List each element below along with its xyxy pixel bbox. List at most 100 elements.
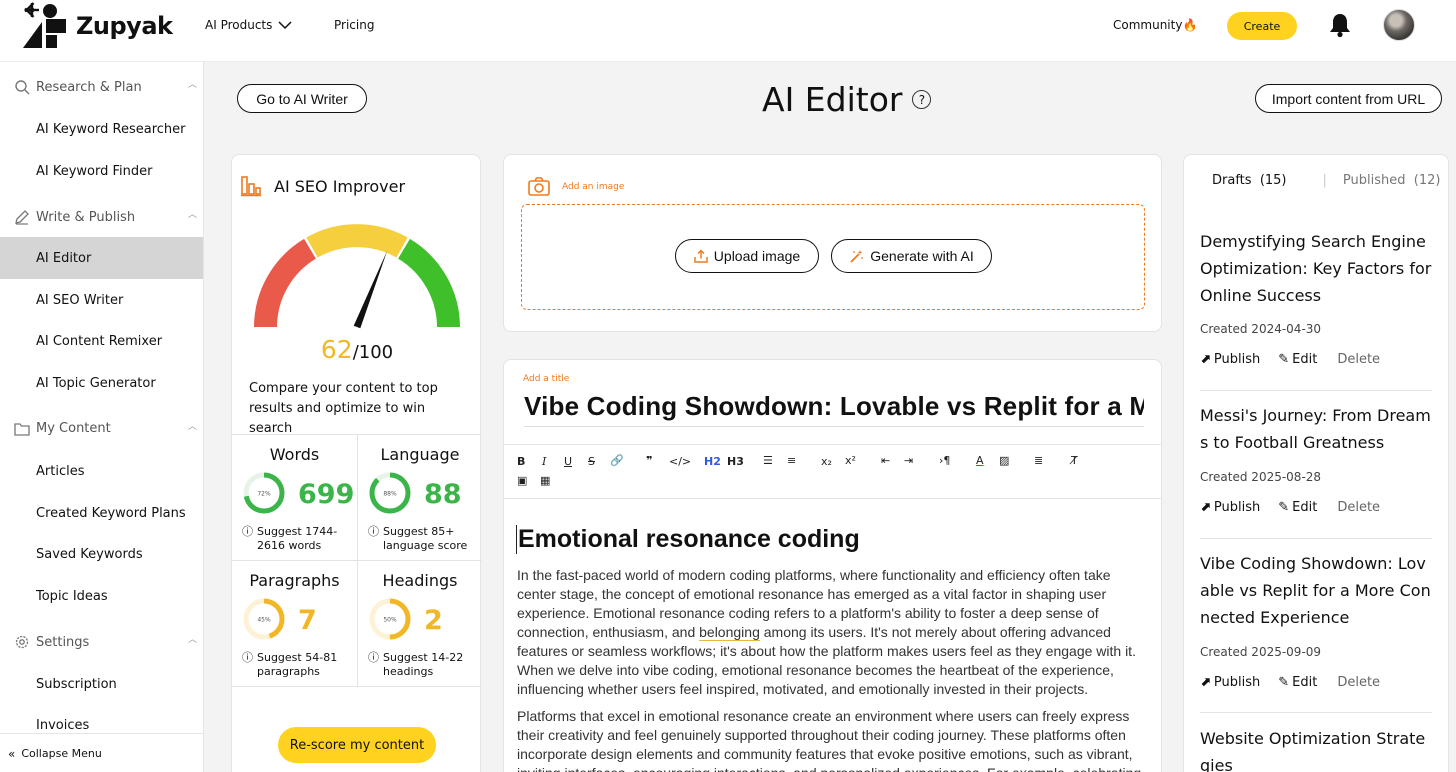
outdent-icon[interactable]: ⇤ bbox=[881, 454, 890, 467]
gauge-red-segment bbox=[254, 238, 317, 328]
content-paragraph[interactable]: In the fast-paced world of modern coding… bbox=[517, 566, 1152, 699]
sidebar-item-ai-editor[interactable]: AI Editor bbox=[36, 251, 91, 266]
sidebar-section-my-content[interactable]: My Content ︿ bbox=[14, 421, 204, 436]
collapse-menu-button[interactable]: « Collapse Menu bbox=[0, 733, 203, 772]
tab-drafts-label: Drafts bbox=[1212, 173, 1252, 188]
upload-image-button[interactable]: Upload image bbox=[675, 239, 819, 273]
metric-progress-ring: 88% bbox=[369, 472, 411, 514]
draft-title[interactable]: Website Optimization Strategies bbox=[1200, 725, 1435, 772]
text-direction-icon[interactable]: ›¶ bbox=[939, 454, 950, 467]
magic-wand-icon bbox=[850, 249, 864, 263]
content-paragraph[interactable]: Platforms that excel in emotional resona… bbox=[517, 707, 1152, 772]
community-link[interactable]: Community🔥 bbox=[1113, 18, 1197, 32]
sidebar-section-settings[interactable]: Settings ︿ bbox=[14, 634, 204, 650]
tab-published-label: Published bbox=[1342, 173, 1406, 188]
nav-ai-products[interactable]: AI Products bbox=[205, 18, 292, 32]
indent-icon[interactable]: ⇥ bbox=[904, 454, 913, 467]
pencil-icon: ✎ bbox=[1278, 352, 1290, 367]
help-icon[interactable]: ? bbox=[912, 90, 932, 109]
underline-icon[interactable]: U bbox=[564, 455, 572, 468]
sidebar-item-invoices[interactable]: Invoices bbox=[36, 718, 89, 733]
strikethrough-icon[interactable]: S bbox=[588, 455, 595, 468]
metric-language: Language 88% 88 ⓘ Suggest 85+ language sc… bbox=[357, 435, 482, 561]
publish-button[interactable]: ⬈ Publish bbox=[1200, 500, 1260, 515]
import-from-url-button[interactable]: Import content from URL bbox=[1255, 84, 1442, 113]
metric-ring-label: 45% bbox=[257, 617, 271, 624]
tab-drafts-count: (15) bbox=[1259, 173, 1287, 188]
info-icon: ⓘ bbox=[368, 525, 379, 538]
ordered-list-icon[interactable]: ☰ bbox=[763, 454, 773, 467]
sidebar-section-label: My Content bbox=[36, 421, 111, 436]
draft-title[interactable]: Messi's Journey: From Dreams to Football… bbox=[1200, 402, 1435, 456]
publish-button[interactable]: ⬈ Publish bbox=[1200, 352, 1260, 367]
draft-title[interactable]: Vibe Coding Showdown: Lovable vs Replit … bbox=[1200, 550, 1435, 631]
bold-icon[interactable]: B bbox=[517, 455, 525, 468]
subscript-icon[interactable]: x₂ bbox=[821, 455, 832, 468]
sidebar-item-articles[interactable]: Articles bbox=[36, 464, 84, 479]
video-insert-icon[interactable]: ▦ bbox=[540, 474, 550, 487]
notification-bell-icon[interactable] bbox=[1328, 12, 1352, 43]
sidebar-section-research[interactable]: Research & Plan ︿ bbox=[14, 79, 204, 95]
clear-format-icon[interactable]: T̸ bbox=[1071, 454, 1078, 467]
tab-published[interactable]: Published (12) bbox=[1343, 173, 1441, 188]
image-insert-icon[interactable]: ▣ bbox=[517, 474, 527, 487]
user-avatar[interactable] bbox=[1383, 9, 1415, 41]
nav-pricing[interactable]: Pricing bbox=[334, 18, 374, 32]
draft-actions: ⬈ Publish ✎ Edit Delete bbox=[1200, 675, 1380, 690]
page-title-text: AI Editor bbox=[762, 80, 903, 119]
metric-value: 88 bbox=[424, 479, 462, 510]
rescore-button[interactable]: Re-score my content bbox=[278, 727, 436, 763]
edit-button[interactable]: ✎ Edit bbox=[1278, 675, 1317, 690]
create-button[interactable]: Create bbox=[1227, 12, 1297, 40]
align-icon[interactable]: ≣ bbox=[1034, 454, 1043, 467]
seo-score-gauge bbox=[254, 224, 460, 329]
title-input[interactable]: Vibe Coding Showdown: Lovable vs Replit … bbox=[524, 391, 1144, 427]
grammar-underlined-word[interactable]: belonging bbox=[699, 624, 760, 641]
generate-with-ai-button[interactable]: Generate with AI bbox=[831, 239, 992, 273]
publish-button[interactable]: ⬈ Publish bbox=[1200, 675, 1260, 690]
superscript-icon[interactable]: x² bbox=[845, 454, 856, 467]
heading-2-button[interactable]: H2 bbox=[704, 455, 721, 468]
italic-icon[interactable]: I bbox=[542, 455, 546, 468]
sidebar-item-ai-seo-writer[interactable]: AI SEO Writer bbox=[36, 293, 123, 308]
metric-ring-label: 72% bbox=[257, 491, 271, 498]
sidebar-section-label: Write & Publish bbox=[36, 209, 136, 225]
sidebar-item-ai-keyword-finder[interactable]: AI Keyword Finder bbox=[36, 164, 153, 179]
brand-logo[interactable]: Zupyak bbox=[22, 2, 173, 50]
add-image-link[interactable]: Add an image bbox=[528, 177, 624, 196]
metric-suggestion-text: Suggest 14-22 headings bbox=[383, 651, 464, 678]
go-to-ai-writer-button[interactable]: Go to AI Writer bbox=[237, 84, 367, 113]
delete-button[interactable]: Delete bbox=[1337, 500, 1380, 515]
sidebar-item-ai-topic-generator[interactable]: AI Topic Generator bbox=[36, 376, 156, 391]
bullet-list-icon[interactable]: ≡ bbox=[787, 454, 796, 467]
tab-drafts[interactable]: Drafts (15) bbox=[1212, 173, 1287, 188]
link-icon[interactable]: 🔗 bbox=[610, 454, 624, 467]
font-color-icon[interactable]: A bbox=[976, 454, 984, 467]
info-icon: ⓘ bbox=[368, 651, 379, 664]
highlight-color-icon[interactable]: ▨ bbox=[999, 454, 1009, 467]
draft-title[interactable]: Demystifying Search Engine Optimization:… bbox=[1200, 228, 1435, 309]
edit-button[interactable]: ✎ Edit bbox=[1278, 500, 1317, 515]
edit-button[interactable]: ✎ Edit bbox=[1278, 352, 1317, 367]
delete-button[interactable]: Delete bbox=[1337, 675, 1380, 690]
sidebar-item-saved-keywords[interactable]: Saved Keywords bbox=[36, 547, 143, 562]
metric-suggestion: ⓘ Suggest 14-22 headings bbox=[368, 651, 482, 679]
sidebar-item-ai-content-remixer[interactable]: AI Content Remixer bbox=[36, 334, 162, 349]
heading-3-button[interactable]: H3 bbox=[727, 455, 744, 468]
sidebar-item-created-keyword-plans[interactable]: Created Keyword Plans bbox=[36, 506, 186, 521]
seo-improver-title: AI SEO Improver bbox=[274, 176, 406, 196]
gauge-green-segment bbox=[397, 238, 460, 328]
seo-score-value: 62 bbox=[320, 335, 353, 364]
seo-score-max: /100 bbox=[352, 342, 394, 363]
image-dropzone[interactable]: Upload image Generate with AI bbox=[521, 204, 1145, 310]
sidebar-item-ai-keyword-researcher[interactable]: AI Keyword Researcher bbox=[36, 122, 186, 137]
sidebar-item-subscription[interactable]: Subscription bbox=[36, 677, 117, 692]
metric-title: Words bbox=[269, 445, 320, 464]
code-icon[interactable]: </> bbox=[669, 455, 691, 468]
sidebar-item-topic-ideas[interactable]: Topic Ideas bbox=[36, 589, 108, 604]
content-heading[interactable]: Emotional resonance coding bbox=[516, 525, 860, 554]
metric-progress-ring: 50% bbox=[369, 598, 411, 640]
quote-icon[interactable]: ❞ bbox=[646, 454, 652, 467]
sidebar-section-write[interactable]: Write & Publish ︿ bbox=[14, 209, 204, 225]
delete-button[interactable]: Delete bbox=[1337, 352, 1380, 367]
